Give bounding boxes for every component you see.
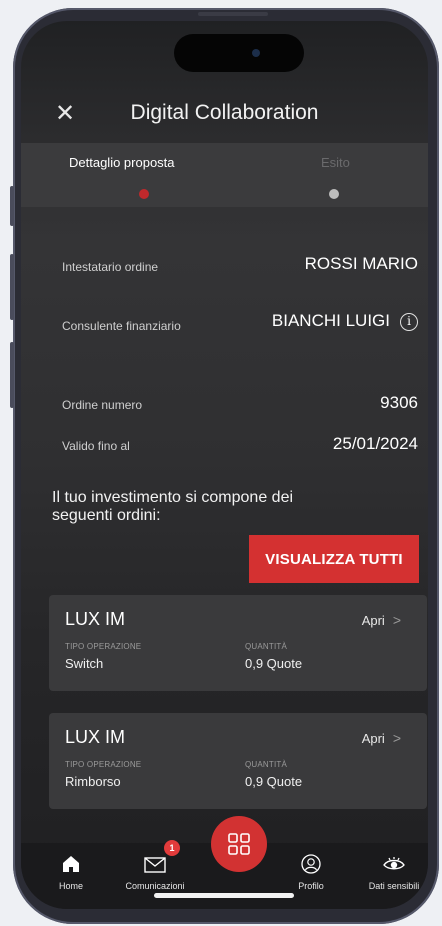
page-title: Digital Collaboration [130, 101, 319, 124]
side-button [10, 342, 14, 408]
tab-label-comunicazioni: Comunicazioni [125, 881, 185, 891]
menu-grid-button[interactable] [211, 816, 267, 872]
order-name: LUX IM [65, 727, 126, 747]
step-dot-active [139, 189, 149, 199]
order-number-label: Ordine numero [62, 398, 143, 412]
advisor-value: BIANCHI LUIGI i [272, 311, 418, 331]
open-order-link[interactable]: Apri > [362, 730, 401, 746]
app-screen: ✕ Digital Collaboration Dettaglio propos… [21, 21, 428, 909]
grid-icon [228, 833, 250, 855]
order-card[interactable]: LUX IM Apri > TIPO OPERAZIONE Switch QUAN… [49, 595, 427, 691]
quantity-value: 0,9 Quote [245, 774, 303, 789]
home-icon [63, 856, 79, 872]
valid-until-value: 25/01/2024 [332, 434, 418, 453]
open-label: Apri [361, 731, 385, 746]
camera-icon [252, 49, 260, 57]
order-holder-value: ROSSI MARIO [304, 254, 418, 273]
order-holder-label: Intestatario ordine [62, 260, 159, 274]
profile-icon [301, 854, 321, 874]
quantity-value: 0,9 Quote [245, 656, 303, 671]
tab-label-dati-sensibili: Dati sensibili [368, 881, 420, 891]
view-all-button[interactable]: VISUALIZZA TUTTI [249, 535, 419, 583]
advisor-name: BIANCHI LUIGI [271, 311, 390, 330]
operation-type-label: TIPO OPERAZIONE [65, 760, 142, 769]
operation-type-value: Rimborso [65, 774, 121, 789]
envelope-icon [144, 857, 166, 873]
tab-dati-sensibili[interactable]: Dati sensibili [361, 853, 427, 891]
tab-profilo[interactable]: Profilo [289, 853, 333, 891]
home-indicator[interactable] [154, 893, 294, 898]
quantity-label: QUANTITÀ [245, 642, 288, 651]
step-label-dettaglio: Dettaglio proposta [69, 155, 175, 170]
operation-type-value: Switch [65, 656, 104, 671]
operation-type-label: TIPO OPERAZIONE [65, 642, 142, 651]
chevron-right-icon: > [392, 612, 401, 628]
eye-icon [383, 857, 405, 870]
quantity-label: QUANTITÀ [245, 760, 288, 769]
notification-badge: 1 [164, 840, 180, 856]
info-icon[interactable]: i [400, 312, 418, 331]
open-order-link[interactable]: Apri > [362, 612, 401, 628]
tab-comunicazioni[interactable]: Comunicazioni [113, 853, 197, 891]
tab-label-home: Home [58, 881, 83, 891]
side-button [10, 254, 14, 320]
side-button [10, 186, 14, 226]
open-label: Apri [361, 613, 385, 628]
orders-intro-text: Il tuo investimento si compone dei segue… [52, 489, 294, 524]
order-card[interactable]: LUX IM Apri > TIPO OPERAZIONE Rimborso QU… [49, 713, 427, 809]
step-label-esito: Esito [321, 155, 350, 170]
step-dot-inactive [329, 189, 339, 199]
advisor-label: Consulente finanziario [62, 319, 181, 333]
tab-home[interactable]: Home [51, 853, 91, 891]
speaker-grille [198, 12, 268, 16]
stepper: Dettaglio proposta Esito [21, 143, 428, 207]
order-number-value: 9306 [380, 393, 418, 412]
tab-label-profilo: Profilo [298, 881, 324, 891]
valid-until-label: Valido fino al [62, 439, 130, 453]
dynamic-island [174, 34, 304, 72]
chevron-right-icon: > [392, 730, 401, 746]
order-name: LUX IM [65, 609, 126, 629]
